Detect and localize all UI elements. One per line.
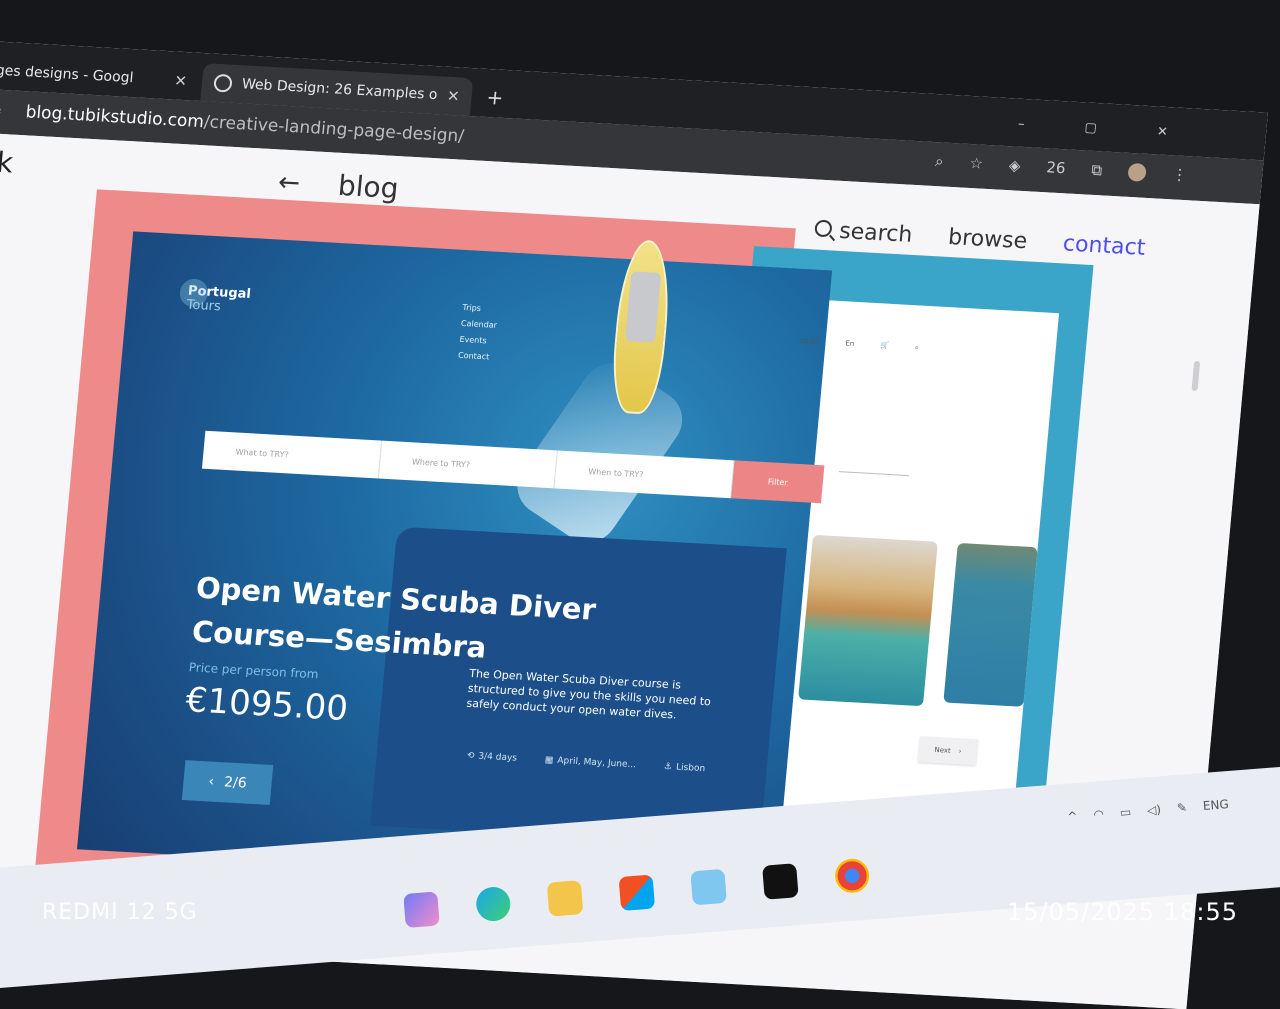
window-controls[interactable]: – ▢ ✕ [1017,117,1196,142]
pager-count: 2/6 [223,774,248,792]
url-host: blog.tubikstudio.com [24,102,205,133]
favicon-icon [213,73,233,93]
back-arrow-icon[interactable]: ← [277,167,301,198]
shot-menu: Trips Calendar Events Contact [457,300,499,366]
next-button: Next › [917,736,979,766]
copilot-icon[interactable] [403,891,440,928]
shot-menu-item: Contact [457,350,490,362]
close-icon[interactable]: ✕ [174,72,188,91]
nav-contact[interactable]: contact [1062,231,1146,261]
shot-brand: Portugal Tours [178,278,251,316]
chevron-up-icon[interactable]: ^ [1067,809,1078,824]
battery-icon[interactable]: ▭ [1119,805,1131,820]
shot-menu-item: Trips [462,302,482,313]
figma-icon[interactable] [762,863,799,900]
edge-icon[interactable] [475,885,512,923]
tab-title: ages designs - Googl [0,62,135,87]
nav-search-label: search [838,218,914,248]
wifi-icon[interactable]: ◠ [1093,807,1105,822]
extension-icon[interactable]: ◈ [1008,156,1021,175]
beach-photo [798,534,938,707]
nav-browse[interactable]: browse [947,225,1028,254]
folder-icon[interactable] [546,880,584,917]
star-icon[interactable]: ☆ [969,154,984,173]
search-icon [813,219,833,238]
menu-icon[interactable]: ⋮ [1171,165,1188,184]
store-icon[interactable] [618,874,656,912]
shot-menu-item: Events [459,334,488,346]
duration-text: 3/4 days [477,751,518,764]
harbor-photo [943,542,1038,707]
shot-menu-item: Calendar [460,318,498,330]
anchor-icon: ⚓ [663,761,673,773]
timestamp-watermark: 15/05/2025 18:55 [1006,898,1238,926]
taskbar-icons [403,857,871,928]
cart-icon: 🛒 [879,341,890,350]
calendar-icon: ▦ [544,755,554,766]
blog-title[interactable]: blog [337,169,400,205]
new-tab-button[interactable]: + [486,85,505,110]
page-scrollbar[interactable] [1191,360,1201,392]
tab-title: Web Design: 26 Examples of Cr [241,76,438,104]
monitor-icon[interactable] [690,868,727,906]
next-label: Next [934,745,952,755]
system-tray: ^ ◠ ▭ ◁) ✎ ENG [1067,797,1229,824]
site-logo[interactable]: ik [0,145,14,179]
zoom-icon[interactable]: ⌕ [934,152,944,170]
profile-avatar[interactable] [1127,162,1147,182]
site-settings-icon[interactable]: ⚙ [0,101,12,122]
lang-text: En [845,339,855,348]
chevron-right-icon: › [958,747,962,756]
location-text: Lisbon [675,762,706,775]
login-text: Login [800,336,820,346]
extension-badge[interactable]: 26 [1046,158,1067,177]
nav-search[interactable]: search [813,217,914,248]
volume-icon[interactable]: ◁) [1147,802,1162,817]
puzzle-icon[interactable]: ⧉ [1091,161,1103,180]
language-indicator[interactable]: ENG [1202,797,1229,813]
pen-icon[interactable]: ✎ [1176,800,1187,815]
chrome-icon[interactable] [833,857,871,895]
filter-button: Filter [731,460,825,504]
search-icon: ⌕ [914,343,920,352]
close-icon[interactable]: ✕ [446,87,460,106]
chevron-left-icon: ‹ [207,773,215,790]
shot-pager: ‹ 2/6 [181,760,274,805]
url-path: /creative-landing-page-design/ [203,112,465,147]
toolbar-icons: ⌕ ☆ ◈ 26 ⧉ ⋮ [934,152,1187,184]
device-watermark: REDMI 12 5G [42,900,198,925]
repeat-icon: ⟲ [466,750,475,762]
